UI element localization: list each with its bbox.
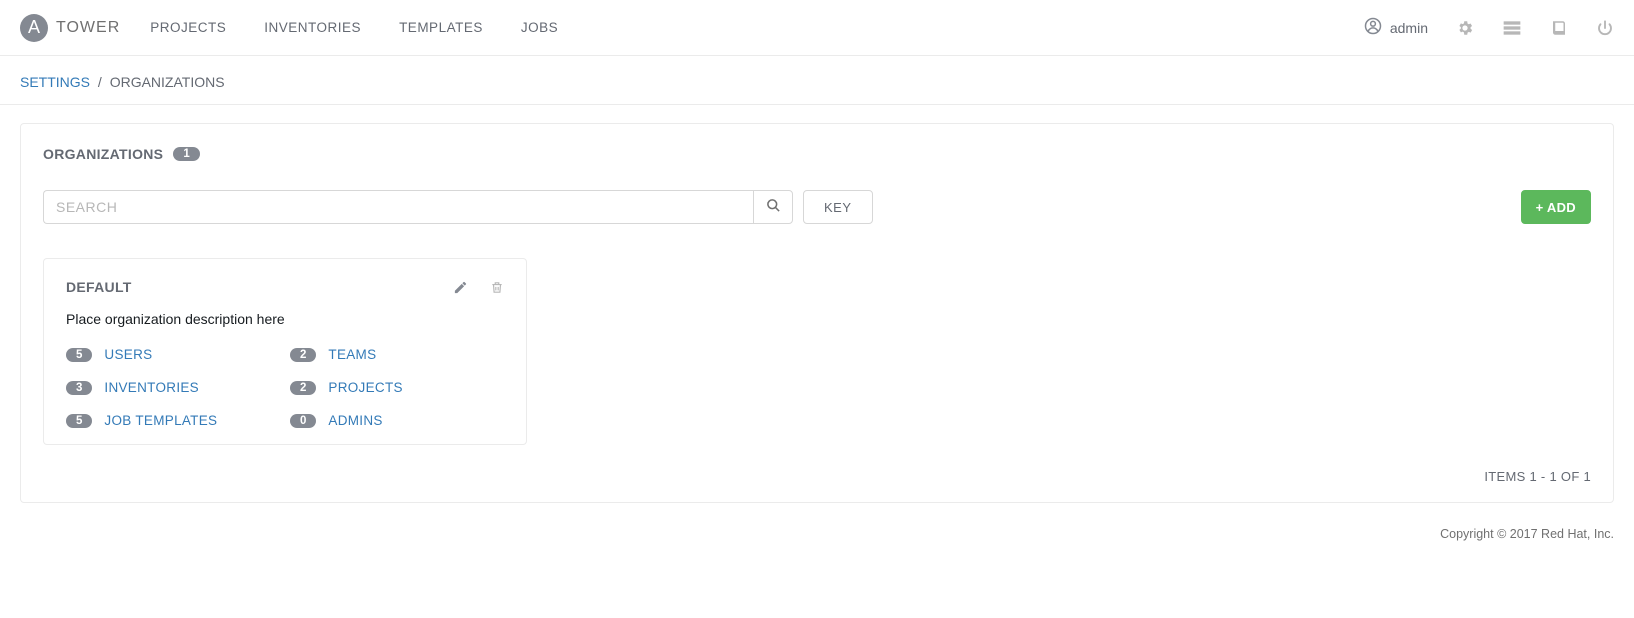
user-icon	[1364, 17, 1382, 38]
search-row: KEY + ADD	[43, 190, 1591, 224]
stat-users: 5 USERS	[66, 347, 280, 362]
delete-trash-icon[interactable]	[490, 280, 504, 295]
top-nav: A TOWER PROJECTS INVENTORIES TEMPLATES J…	[0, 0, 1634, 56]
stat-inventories-count: 3	[66, 381, 92, 395]
stat-jobtemplates: 5 JOB TEMPLATES	[66, 413, 280, 428]
stat-inventories: 3 INVENTORIES	[66, 380, 280, 395]
breadcrumb-current: ORGANIZATIONS	[110, 74, 225, 90]
page-footer: Copyright © 2017 Red Hat, Inc.	[0, 513, 1634, 555]
docs-book-icon[interactable]	[1550, 19, 1568, 37]
search-button[interactable]	[753, 190, 793, 224]
organization-card: DEFAULT Place organization description h…	[43, 258, 527, 445]
key-button[interactable]: KEY	[803, 190, 873, 224]
settings-gear-icon[interactable]	[1456, 19, 1474, 37]
panel-title: ORGANIZATIONS	[43, 146, 163, 162]
brand[interactable]: A TOWER	[20, 14, 120, 42]
pagination-text: ITEMS 1 - 1 OF 1	[43, 469, 1591, 484]
organization-description: Place organization description here	[66, 311, 504, 327]
breadcrumb-settings-link[interactable]: SETTINGS	[20, 74, 90, 90]
add-button[interactable]: + ADD	[1521, 190, 1591, 224]
edit-pencil-icon[interactable]	[453, 280, 468, 295]
stat-teams: 2 TEAMS	[290, 347, 504, 362]
organization-actions	[453, 280, 504, 295]
nav-templates[interactable]: TEMPLATES	[399, 20, 483, 35]
panel-title-row: ORGANIZATIONS 1	[43, 146, 1591, 162]
search-icon	[766, 198, 781, 216]
stat-inventories-link[interactable]: INVENTORIES	[104, 380, 199, 395]
organization-card-header: DEFAULT	[66, 279, 504, 295]
search-input[interactable]	[43, 190, 753, 224]
stat-users-count: 5	[66, 348, 92, 362]
nav-links: PROJECTS INVENTORIES TEMPLATES JOBS	[150, 20, 558, 35]
stream-icon[interactable]	[1502, 19, 1522, 37]
nav-right: admin	[1364, 17, 1614, 38]
nav-projects[interactable]: PROJECTS	[150, 20, 226, 35]
breadcrumb: SETTINGS / ORGANIZATIONS	[0, 56, 1634, 105]
organization-stats: 5 USERS 2 TEAMS 3 INVENTORIES 2 PROJECTS…	[66, 347, 504, 428]
stat-projects: 2 PROJECTS	[290, 380, 504, 395]
stat-teams-count: 2	[290, 348, 316, 362]
stat-admins-count: 0	[290, 414, 316, 428]
stat-admins: 0 ADMINS	[290, 413, 504, 428]
search-group	[43, 190, 793, 224]
user-name: admin	[1390, 20, 1428, 36]
organizations-panel: ORGANIZATIONS 1 KEY + ADD DEFAULT	[20, 123, 1614, 503]
stat-users-link[interactable]: USERS	[104, 347, 152, 362]
breadcrumb-sep: /	[98, 74, 102, 90]
logout-power-icon[interactable]	[1596, 19, 1614, 37]
main: ORGANIZATIONS 1 KEY + ADD DEFAULT	[0, 105, 1634, 513]
stat-projects-count: 2	[290, 381, 316, 395]
stat-jobtemplates-count: 5	[66, 414, 92, 428]
organization-name[interactable]: DEFAULT	[66, 279, 132, 295]
user-menu[interactable]: admin	[1364, 17, 1428, 38]
stat-jobtemplates-link[interactable]: JOB TEMPLATES	[104, 413, 217, 428]
panel-count-badge: 1	[173, 147, 199, 161]
nav-jobs[interactable]: JOBS	[521, 20, 558, 35]
brand-logo-icon: A	[20, 14, 48, 42]
stat-projects-link[interactable]: PROJECTS	[328, 380, 402, 395]
nav-inventories[interactable]: INVENTORIES	[264, 20, 361, 35]
stat-teams-link[interactable]: TEAMS	[328, 347, 376, 362]
brand-name: TOWER	[56, 19, 120, 37]
stat-admins-link[interactable]: ADMINS	[328, 413, 382, 428]
